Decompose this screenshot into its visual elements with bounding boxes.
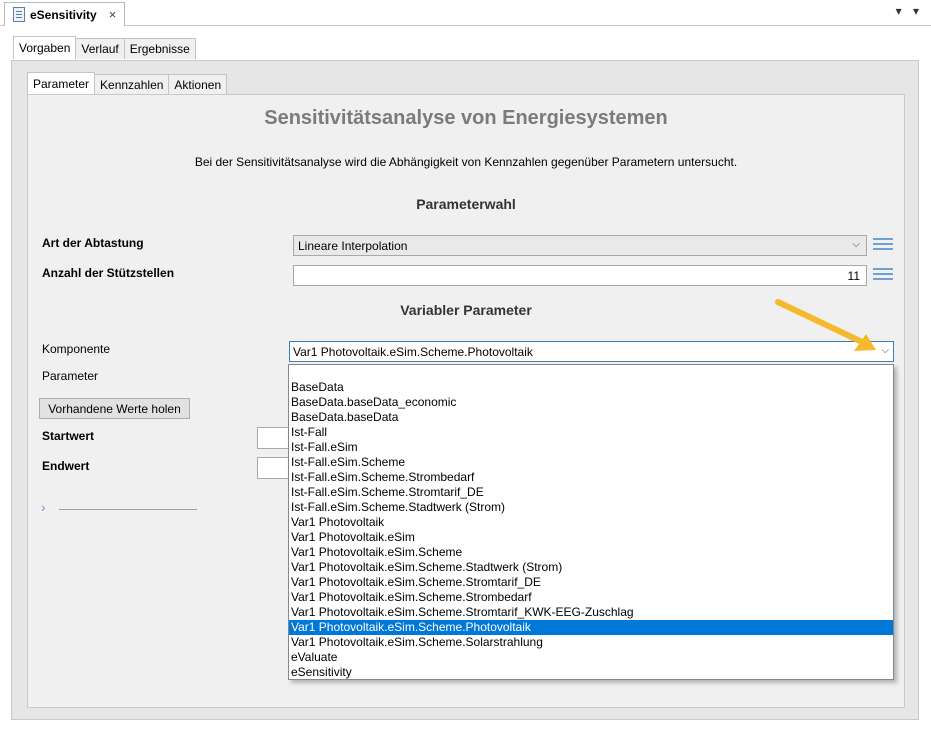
dropdown-item[interactable]: Var1 Photovoltaik.eSim.Scheme.Strombedar… bbox=[289, 590, 893, 605]
startwert-label: Startwert bbox=[42, 429, 95, 443]
outer-tab-row: Vorgaben Verlauf Ergebnisse bbox=[13, 36, 196, 59]
separator bbox=[59, 509, 197, 510]
dropdown-item[interactable]: Var1 Photovoltaik.eSim.Scheme.Stromtarif… bbox=[289, 575, 893, 590]
dropdown-item[interactable]: Var1 Photovoltaik bbox=[289, 515, 893, 530]
annotation-arrow-icon bbox=[775, 299, 876, 351]
tab-kennzahlen[interactable]: Kennzahlen bbox=[94, 74, 170, 95]
editor-tab-title: eSensitivity bbox=[30, 7, 97, 22]
dropdown-item[interactable]: BaseData.baseData bbox=[289, 410, 893, 425]
tab-vorgaben[interactable]: Vorgaben bbox=[13, 36, 77, 59]
tab-aktionen[interactable]: Aktionen bbox=[168, 74, 228, 95]
close-icon[interactable]: × bbox=[109, 7, 117, 22]
tab-verlauf[interactable]: Verlauf bbox=[75, 38, 125, 59]
dropdown-item[interactable]: BaseData bbox=[289, 380, 893, 395]
vorhandene-werte-holen-button[interactable]: Vorhandene Werte holen bbox=[39, 398, 190, 419]
page-title: Sensitivitätsanalyse von Energiesystemen bbox=[264, 107, 668, 129]
dropdown-item[interactable]: Var1 Photovoltaik.eSim.Scheme.Solarstrah… bbox=[289, 635, 893, 650]
anzahl-input[interactable]: 11 bbox=[293, 265, 867, 286]
dropdown-item[interactable]: Ist-Fall.eSim.Scheme.Strombedarf bbox=[289, 470, 893, 485]
editor-tab-esensitivity[interactable]: eSensitivity × bbox=[4, 2, 125, 26]
dropdown-item[interactable]: Ist-Fall bbox=[289, 425, 893, 440]
komponente-dropdown-list[interactable]: BaseData BaseData.baseData_economic BaseDa… bbox=[288, 364, 894, 680]
chevron-down-icon: ⌵ bbox=[852, 239, 860, 250]
startwert-input[interactable] bbox=[257, 427, 292, 449]
tab-ergebnisse[interactable]: Ergebnisse bbox=[123, 38, 196, 59]
dropdown-item[interactable]: Ist-Fall.eSim.Scheme.Stromtarif_DE bbox=[289, 485, 893, 500]
editor-tab-bar: eSensitivity × ▾ ▾ bbox=[0, 0, 931, 26]
expand-chevron-icon[interactable]: › bbox=[41, 499, 46, 515]
art-select[interactable]: Lineare Interpolation ⌵ bbox=[293, 235, 867, 256]
dropdown-item[interactable]: Var1 Photovoltaik.eSim.Scheme.Photovolta… bbox=[289, 620, 893, 635]
list-icon[interactable] bbox=[873, 238, 893, 254]
section-parameterwahl: Parameterwahl bbox=[416, 196, 516, 212]
dropdown-item[interactable]: BaseData.baseData_economic bbox=[289, 395, 893, 410]
tab-parameter[interactable]: Parameter bbox=[27, 72, 96, 95]
dropdown-item[interactable]: Var1 Photovoltaik.eSim bbox=[289, 530, 893, 545]
komponente-label: Komponente bbox=[42, 342, 111, 356]
dropdown-item[interactable]: Ist-Fall.eSim.Scheme bbox=[289, 455, 893, 470]
dropdown-item[interactable]: Ist-Fall.eSim bbox=[289, 440, 893, 455]
parameter-label: Parameter bbox=[42, 369, 99, 383]
endwert-label: Endwert bbox=[42, 459, 90, 473]
komponente-select-value: Var1 Photovoltaik.eSim.Scheme.Photovolta… bbox=[293, 344, 533, 359]
dropdown-item[interactable]: eSensitivity bbox=[289, 665, 893, 680]
dropdown-item[interactable]: Var1 Photovoltaik.eSim.Scheme.Stromtarif… bbox=[289, 605, 893, 620]
list-icon[interactable] bbox=[873, 268, 893, 284]
dropdown-item[interactable]: eValuate bbox=[289, 650, 893, 665]
art-select-value: Lineare Interpolation bbox=[298, 238, 408, 253]
view-menu-icon[interactable]: ▾ ▾ bbox=[896, 4, 923, 18]
art-label: Art der Abtastung bbox=[42, 236, 144, 250]
page-description: Bei der Sensitivitätsanalyse wird die Ab… bbox=[194, 155, 738, 169]
dropdown-item[interactable]: Var1 Photovoltaik.eSim.Scheme bbox=[289, 545, 893, 560]
dropdown-item[interactable]: Ist-Fall.eSim.Scheme.Stadtwerk (Strom) bbox=[289, 500, 893, 515]
document-icon bbox=[13, 7, 25, 22]
dropdown-item[interactable]: Var1 Photovoltaik.eSim.Scheme.Stadtwerk … bbox=[289, 560, 893, 575]
inner-tab-row: Parameter Kennzahlen Aktionen bbox=[27, 72, 228, 95]
endwert-input[interactable] bbox=[257, 457, 292, 479]
anzahl-label: Anzahl der Stützstellen bbox=[42, 266, 175, 280]
